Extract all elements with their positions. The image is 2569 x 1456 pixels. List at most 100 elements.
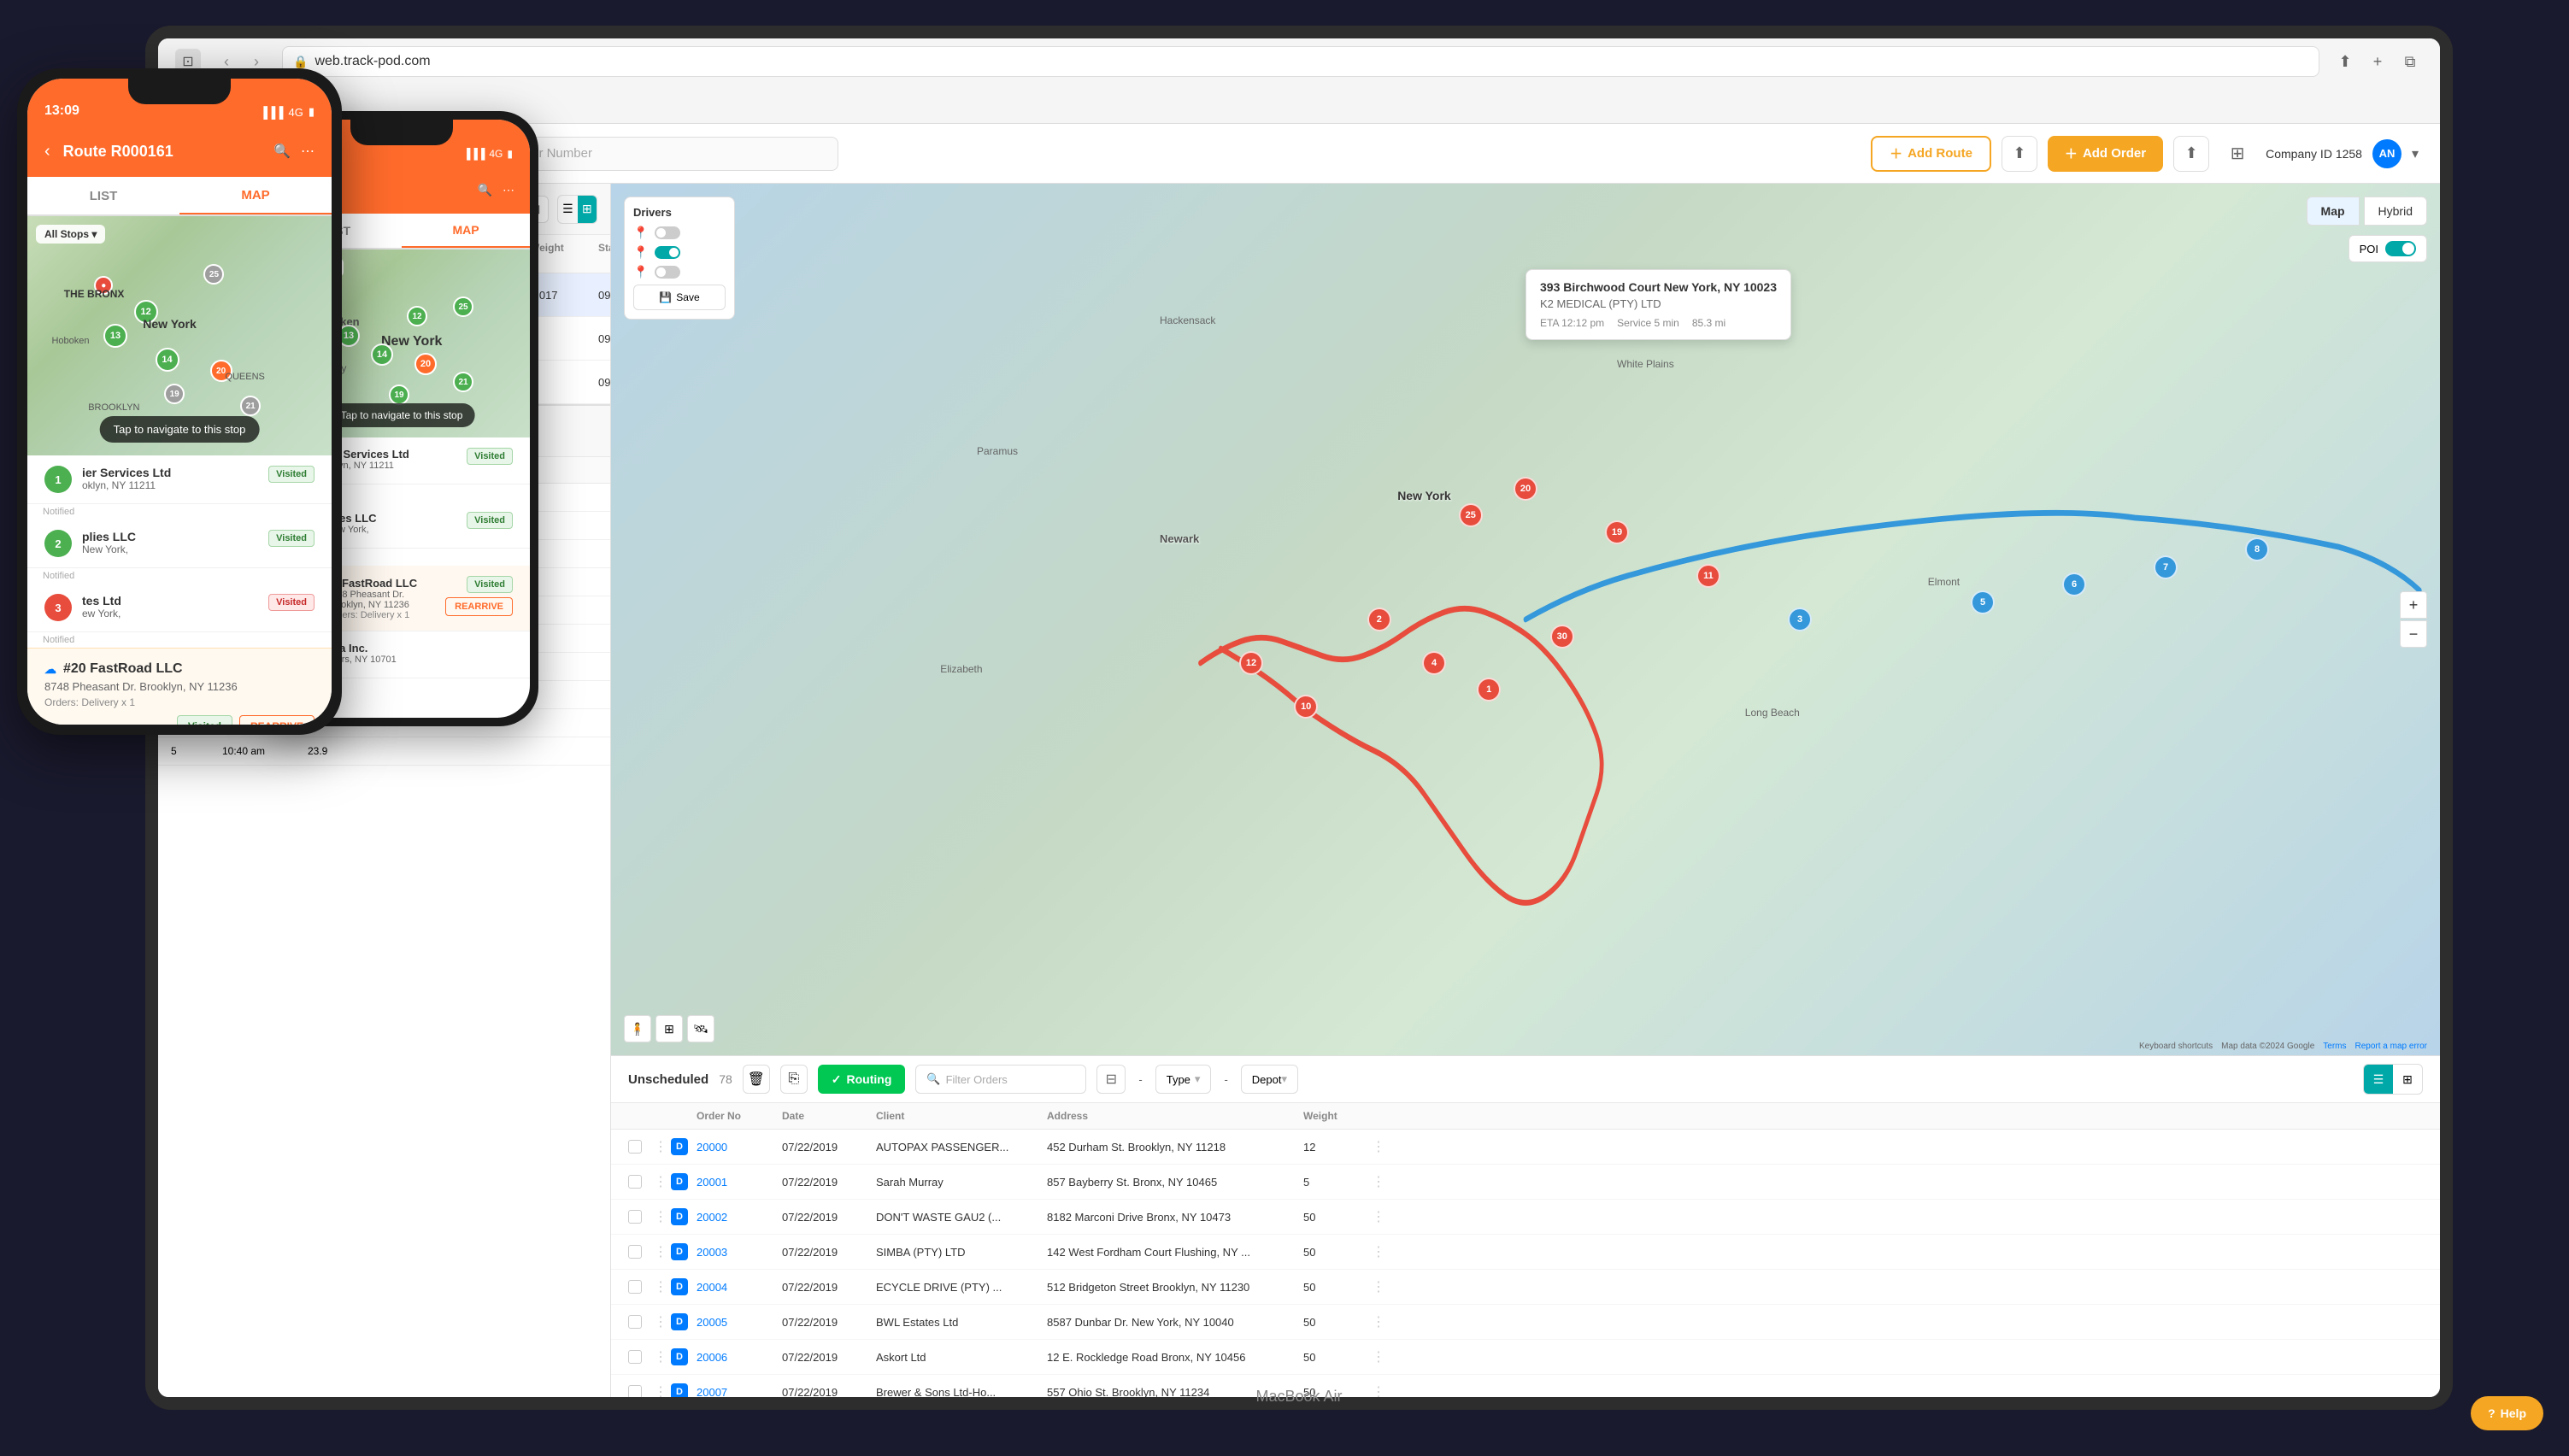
routing-button[interactable]: ✓ Routing (818, 1065, 906, 1094)
row-menu-button[interactable]: ⋮ (1372, 1313, 1397, 1330)
order-checkbox[interactable] (628, 1140, 642, 1154)
help-button[interactable]: ? Help (2471, 1396, 2543, 1430)
phone-back-button[interactable]: ‹ (44, 142, 50, 161)
address-bar[interactable]: 🔒 web.track-pod.com (282, 46, 2319, 77)
map-layers-button[interactable]: ⊞ (655, 1015, 683, 1042)
grid-view-toggle-button[interactable]: ⊞ (578, 196, 597, 223)
drag-handle[interactable]: ⋮⋮ (654, 1243, 671, 1260)
order-number-link[interactable]: 20000 (697, 1141, 782, 1154)
order-checkbox[interactable] (628, 1350, 642, 1364)
add-route-button[interactable]: ＋ Add Route (1871, 136, 1991, 172)
phone-back-tab-map[interactable]: MAP (402, 214, 530, 248)
zoom-in-button[interactable]: + (2400, 591, 2427, 619)
order-checkbox[interactable] (628, 1175, 642, 1189)
tap-to-navigate[interactable]: Tap to navigate to this stop (329, 403, 475, 427)
order-number-link[interactable]: 20003 (697, 1246, 782, 1259)
order-checkbox[interactable] (628, 1210, 642, 1224)
orders-search-input[interactable]: 🔍 Filter Orders (915, 1065, 1086, 1094)
order-number-link[interactable]: 20002 (697, 1211, 782, 1224)
save-button[interactable]: 💾 Save (633, 285, 726, 310)
order-checkbox[interactable] (628, 1385, 642, 1397)
table-row[interactable]: ⋮⋮ D 20002 07/22/2019 DON'T WASTE GAU2 (… (611, 1200, 2440, 1235)
visited-button[interactable]: Visited (467, 576, 513, 593)
map-label-westchester: White Plains (1617, 358, 1674, 370)
driver-toggle-3[interactable] (655, 266, 680, 279)
row-menu-button[interactable]: ⋮ (1372, 1173, 1397, 1190)
search-icon-back[interactable]: 🔍 (478, 183, 492, 197)
row-menu-button[interactable]: ⋮ (1372, 1243, 1397, 1260)
more-icon-back[interactable]: ⋯ (503, 183, 514, 197)
map-marker: 2 (1367, 608, 1391, 631)
order-number-link[interactable]: 20007 (697, 1386, 782, 1398)
poi-switch[interactable] (2385, 241, 2416, 256)
phone-search-icon[interactable]: 🔍 (273, 143, 291, 160)
drag-handle[interactable]: ⋮⋮ (654, 1173, 671, 1190)
phone-more-icon[interactable]: ⋯ (301, 143, 315, 160)
map-ny-front: New York (143, 317, 197, 331)
table-row[interactable]: ⋮⋮ D 20007 07/22/2019 Brewer & Sons Ltd-… (611, 1375, 2440, 1397)
report-problem-link[interactable]: Report a map error (2355, 1042, 2427, 1051)
bottom-toolbar: Unscheduled 78 🗑 ⎘ ✓ Routing 🔍 Filter Or… (611, 1056, 2440, 1103)
orders-list-view-button[interactable]: ☰ (2364, 1065, 2393, 1094)
orders-filter-button[interactable]: ⊟ (1096, 1065, 1126, 1094)
add-order-button[interactable]: ＋ Add Order (2048, 136, 2163, 172)
user-dropdown-icon[interactable]: ▾ (2412, 145, 2419, 162)
drag-handle[interactable]: ⋮⋮ (654, 1208, 671, 1225)
order-number-link[interactable]: 20001 (697, 1176, 782, 1189)
table-row[interactable]: ⋮⋮ D 20003 07/22/2019 SIMBA (PTY) LTD 14… (611, 1235, 2440, 1270)
map-container[interactable]: 4 2 1 30 11 3 5 8 7 6 10 12 19 (611, 184, 2440, 1055)
rearrive-action-btn[interactable]: REARRIVE (239, 715, 315, 725)
share-icon[interactable]: ⬆ (2332, 49, 2358, 74)
new-tab-icon[interactable]: + (2365, 49, 2390, 74)
rearrive-button[interactable]: REARRIVE (445, 597, 513, 616)
order-checkbox[interactable] (628, 1245, 642, 1259)
order-checkbox[interactable] (628, 1280, 642, 1294)
order-number-link[interactable]: 20005 (697, 1316, 782, 1329)
drag-handle[interactable]: ⋮⋮ (654, 1278, 671, 1295)
driver-toggle-1[interactable] (655, 226, 680, 239)
row-menu-button[interactable]: ⋮ (1372, 1208, 1397, 1225)
delete-orders-button[interactable]: 🗑 (743, 1065, 770, 1094)
stop-num: 1 (44, 466, 72, 493)
export-button[interactable]: ⬆ (2173, 136, 2209, 172)
copy-orders-button[interactable]: ⎘ (780, 1065, 808, 1094)
drag-handle[interactable]: ⋮⋮ (654, 1348, 671, 1365)
all-stops-front-label[interactable]: All Stops ▾ (36, 225, 105, 244)
terms-link[interactable]: Terms (2323, 1042, 2346, 1051)
order-number-link[interactable]: 20006 (697, 1351, 782, 1364)
route-weight: 1,017 (530, 289, 598, 302)
phone-tab-list[interactable]: LIST (27, 177, 179, 214)
type-selector[interactable]: Type ▾ (1155, 1065, 1212, 1094)
table-row[interactable]: ⋮⋮ D 20005 07/22/2019 BWL Estates Ltd 85… (611, 1305, 2440, 1340)
depot-selector[interactable]: Depot ▾ (1241, 1065, 1298, 1094)
upload-button[interactable]: ⬆ (2002, 136, 2037, 172)
map-satellite-button[interactable]: 🛰 (687, 1015, 714, 1042)
user-avatar[interactable]: AN (2372, 139, 2401, 168)
row-menu-button[interactable]: ⋮ (1372, 1348, 1397, 1365)
phone-tab-map[interactable]: MAP (179, 177, 332, 214)
table-row[interactable]: ⋮⋮ D 20006 07/22/2019 Askort Ltd 12 E. R… (611, 1340, 2440, 1375)
list-view-button[interactable]: ☰ (558, 196, 577, 223)
street-view-person-button[interactable]: 🧍 (624, 1015, 651, 1042)
row-menu-button[interactable]: ⋮ (1372, 1278, 1397, 1295)
driver-toggle-2[interactable] (655, 246, 680, 259)
map-type-hybrid-button[interactable]: Hybrid (2364, 197, 2427, 226)
row-menu-button[interactable]: ⋮ (1372, 1383, 1397, 1397)
order-number-link[interactable]: 20004 (697, 1281, 782, 1294)
table-row[interactable]: ⋮⋮ D 20001 07/22/2019 Sarah Murray 857 B… (611, 1165, 2440, 1200)
footer-stop-title: ☁ #20 FastRoad LLC (44, 661, 315, 677)
grid-view-button[interactable]: ⊞ (2219, 136, 2255, 172)
drag-handle[interactable]: ⋮⋮ (654, 1138, 671, 1155)
drag-handle[interactable]: ⋮⋮ (654, 1313, 671, 1330)
row-menu-button[interactable]: ⋮ (1372, 1138, 1397, 1155)
visited-action-btn[interactable]: Visited (177, 715, 232, 725)
drag-handle[interactable]: ⋮⋮ (654, 1383, 671, 1397)
table-row[interactable]: ⋮⋮ D 20000 07/22/2019 AUTOPAX PASSENGER.… (611, 1130, 2440, 1165)
order-checkbox[interactable] (628, 1315, 642, 1329)
orders-grid-view-button[interactable]: ⊞ (2393, 1065, 2422, 1094)
phone-tap-navigate[interactable]: Tap to navigate to this stop (100, 416, 260, 443)
map-type-map-button[interactable]: Map (2307, 197, 2360, 226)
tabs-icon[interactable]: ⧉ (2397, 49, 2423, 74)
zoom-out-button[interactable]: − (2400, 620, 2427, 648)
table-row[interactable]: ⋮⋮ D 20004 07/22/2019 ECYCLE DRIVE (PTY)… (611, 1270, 2440, 1305)
